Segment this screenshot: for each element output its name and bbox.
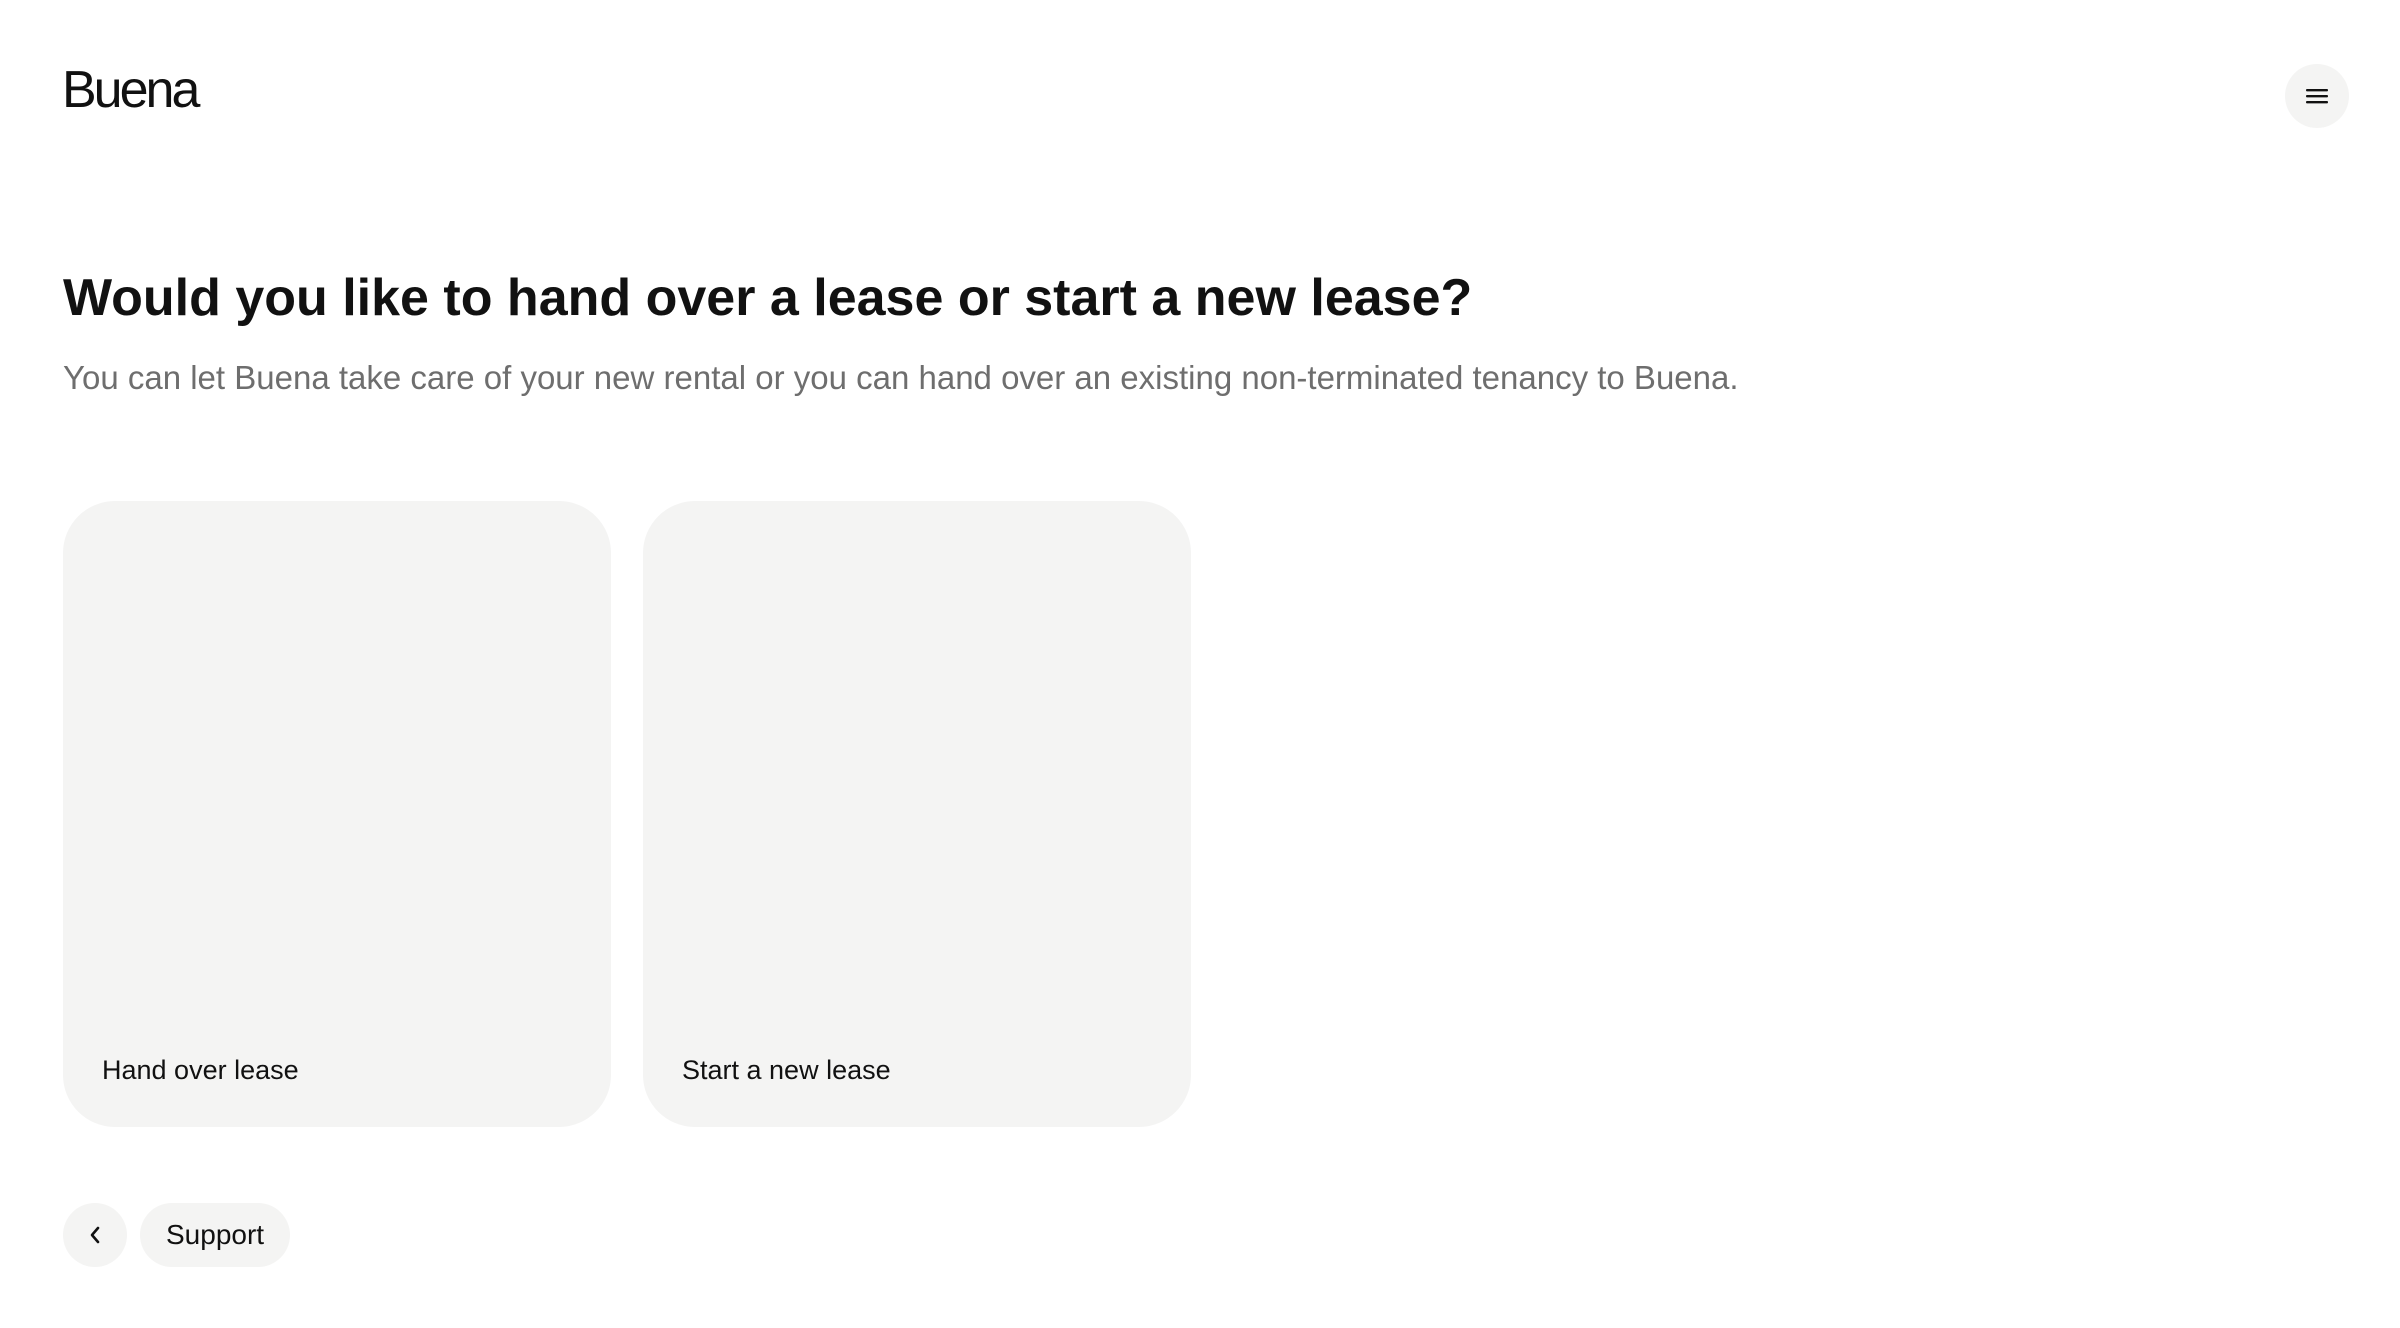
hamburger-menu-icon bbox=[2305, 87, 2329, 105]
start-new-lease-card[interactable]: Start a new lease bbox=[643, 501, 1191, 1127]
back-button[interactable] bbox=[63, 1203, 127, 1267]
start-new-lease-label: Start a new lease bbox=[682, 1055, 891, 1085]
page-subtitle: You can let Buena take care of your new … bbox=[63, 359, 1739, 396]
support-button[interactable]: Support bbox=[140, 1203, 291, 1267]
chevron-left-icon bbox=[88, 1225, 102, 1245]
hand-over-lease-label: Hand over lease bbox=[102, 1055, 299, 1085]
hand-over-lease-card[interactable]: Hand over lease bbox=[63, 501, 611, 1127]
buena-logo[interactable]: Buena bbox=[62, 58, 200, 122]
menu-button[interactable] bbox=[2285, 64, 2349, 128]
page-title: Would you like to hand over a lease or s… bbox=[63, 269, 1473, 327]
